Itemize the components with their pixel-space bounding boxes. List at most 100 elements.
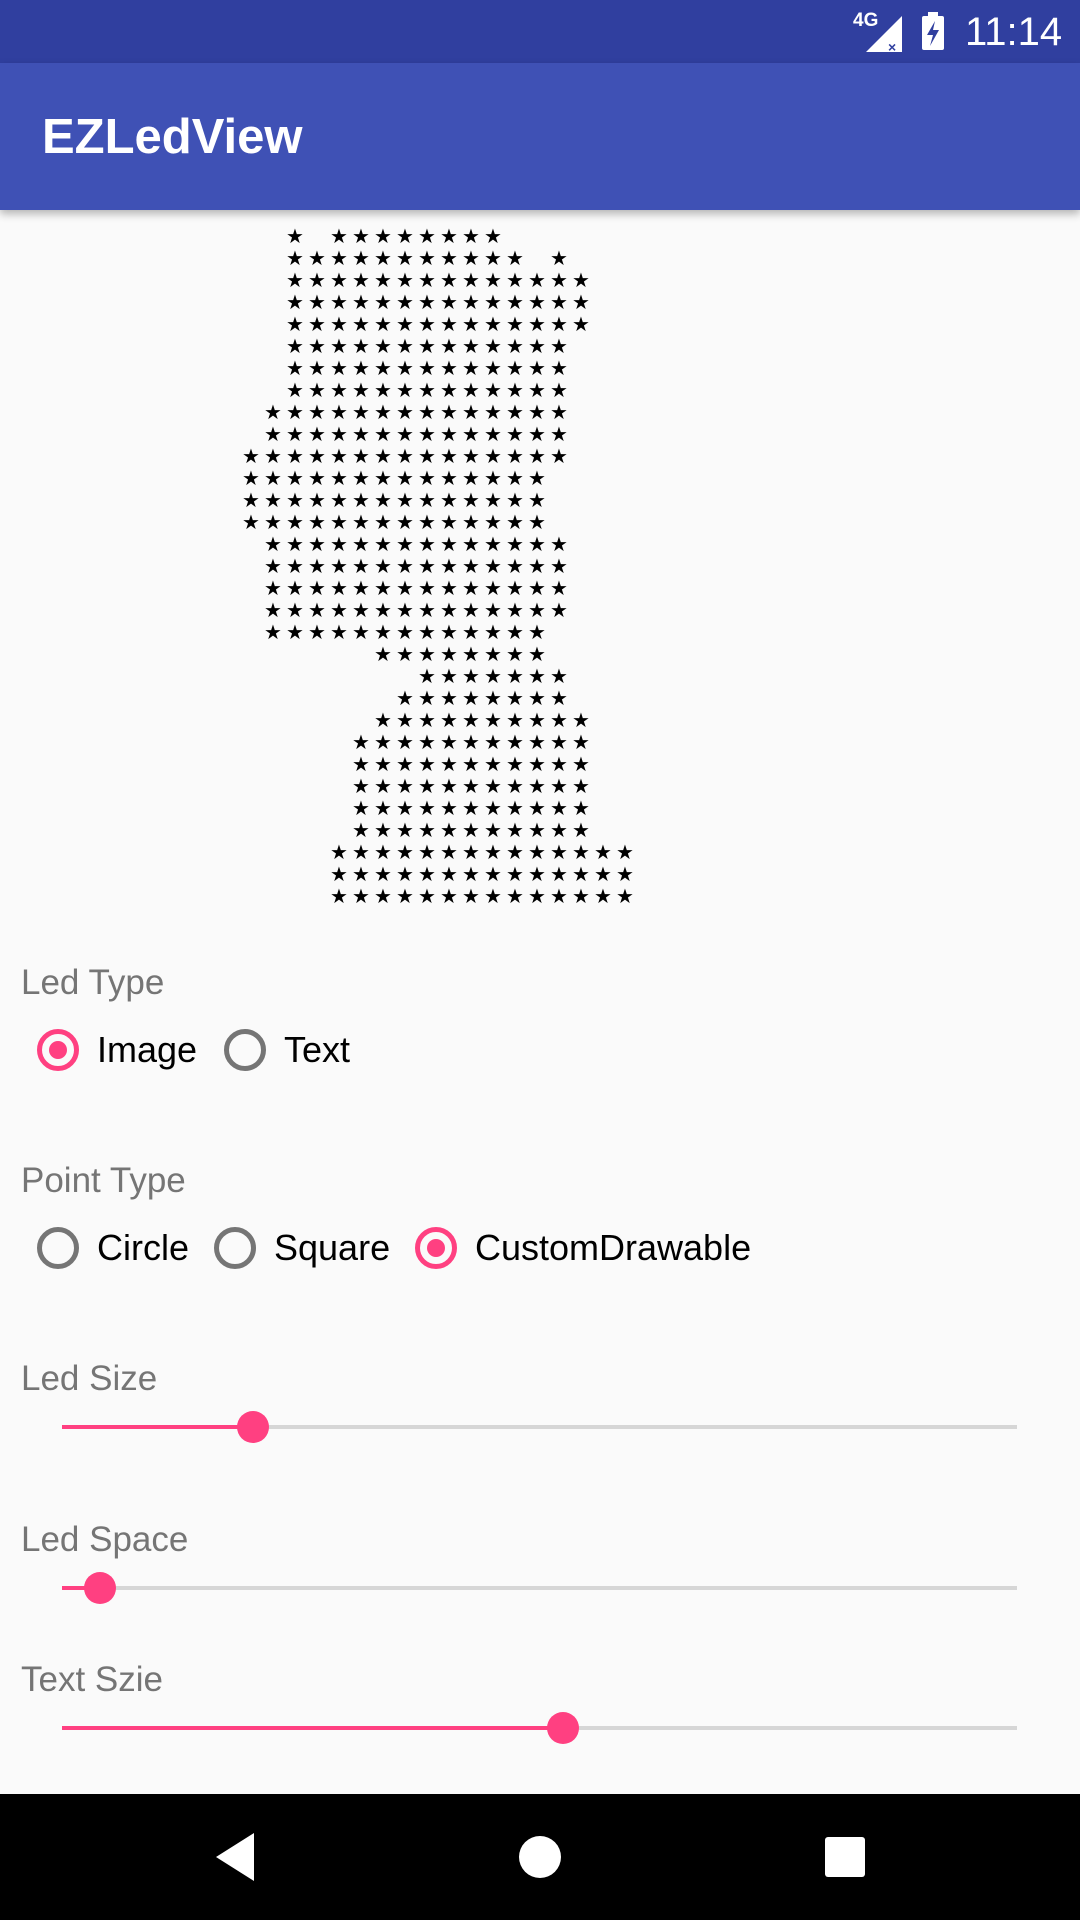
led-point-star: ★	[374, 620, 392, 644]
led-point-star: ★	[330, 334, 348, 358]
led-point-star: ★	[396, 554, 414, 578]
led-point-star: ★	[352, 444, 370, 468]
led-point-star: ★	[374, 774, 392, 798]
home-icon[interactable]	[510, 1829, 570, 1885]
text-size-seekbar[interactable]	[62, 1708, 1017, 1748]
led-point-star: ★	[506, 422, 524, 446]
back-icon[interactable]	[210, 1829, 270, 1885]
led-point-star: ★	[286, 246, 304, 270]
led-point-star: ★	[440, 774, 458, 798]
led-point-star: ★	[550, 532, 568, 556]
led-point-star: ★	[506, 642, 524, 666]
led-point-star: ★	[396, 312, 414, 336]
led-point-star: ★	[484, 598, 502, 622]
led-point-star: ★	[594, 862, 612, 886]
led-point-star: ★	[418, 268, 436, 292]
led-point-star: ★	[484, 664, 502, 688]
recents-icon[interactable]	[815, 1829, 875, 1885]
led-point-star: ★	[308, 268, 326, 292]
led-point-star: ★	[506, 510, 524, 534]
led-point-star: ★	[308, 422, 326, 446]
led-point-star: ★	[418, 378, 436, 402]
radio-square[interactable]: Square	[214, 1216, 390, 1280]
led-point-star: ★	[352, 796, 370, 820]
led-point-star: ★	[418, 444, 436, 468]
led-point-star: ★	[440, 708, 458, 732]
led-point-star: ★	[242, 444, 260, 468]
led-point-star: ★	[330, 444, 348, 468]
led-point-star: ★	[484, 532, 502, 556]
led-point-star: ★	[550, 840, 568, 864]
seekbar-thumb[interactable]	[547, 1712, 580, 1744]
radio-text[interactable]: Text	[224, 1018, 350, 1082]
led-point-star: ★	[308, 576, 326, 600]
led-point-star: ★	[264, 598, 282, 622]
led-point-star: ★	[418, 334, 436, 358]
led-point-star: ★	[616, 840, 634, 864]
led-point-star: ★	[528, 818, 546, 842]
led-point-star: ★	[374, 884, 392, 908]
led-point-star: ★	[550, 818, 568, 842]
led-point-star: ★	[572, 774, 590, 798]
led-point-star: ★	[308, 290, 326, 314]
led-point-star: ★	[528, 774, 546, 798]
led-point-star: ★	[286, 488, 304, 512]
led-point-star: ★	[616, 862, 634, 886]
led-point-star: ★	[418, 576, 436, 600]
led-point-star: ★	[418, 796, 436, 820]
led-point-star: ★	[506, 290, 524, 314]
led-point-star: ★	[374, 730, 392, 754]
led-point-star: ★	[506, 400, 524, 424]
led-point-star: ★	[396, 224, 414, 248]
led-point-star: ★	[550, 708, 568, 732]
led-point-star: ★	[374, 598, 392, 622]
led-point-star: ★	[462, 356, 480, 380]
led-point-star: ★	[286, 378, 304, 402]
led-point-star: ★	[550, 686, 568, 710]
led-point-star: ★	[550, 576, 568, 600]
seekbar-thumb[interactable]	[237, 1411, 269, 1443]
radio-custom-drawable-indicator	[415, 1227, 457, 1269]
led-point-star: ★	[506, 378, 524, 402]
led-point-star: ★	[572, 708, 590, 732]
led-point-star: ★	[418, 554, 436, 578]
seekbar-thumb[interactable]	[84, 1572, 117, 1604]
radio-image[interactable]: Image	[37, 1018, 197, 1082]
led-point-star: ★	[396, 840, 414, 864]
led-point-star: ★	[550, 554, 568, 578]
led-point-star: ★	[286, 312, 304, 336]
led-point-star: ★	[506, 488, 524, 512]
led-point-star: ★	[440, 598, 458, 622]
led-point-star: ★	[528, 312, 546, 336]
led-point-star: ★	[440, 224, 458, 248]
led-size-seekbar[interactable]	[62, 1407, 1017, 1447]
led-point-star: ★	[418, 818, 436, 842]
led-point-star: ★	[352, 268, 370, 292]
led-point-star: ★	[396, 642, 414, 666]
led-point-star: ★	[484, 840, 502, 864]
led-point-star: ★	[264, 576, 282, 600]
radio-circle[interactable]: Circle	[37, 1216, 189, 1280]
led-point-star: ★	[308, 554, 326, 578]
led-point-star: ★	[440, 840, 458, 864]
led-point-star: ★	[462, 510, 480, 534]
led-point-star: ★	[550, 444, 568, 468]
led-point-star: ★	[528, 444, 546, 468]
led-point-star: ★	[550, 796, 568, 820]
radio-custom-drawable[interactable]: CustomDrawable	[415, 1216, 751, 1280]
led-point-star: ★	[396, 598, 414, 622]
led-point-star: ★	[462, 598, 480, 622]
led-point-star: ★	[550, 378, 568, 402]
led-point-star: ★	[462, 818, 480, 842]
led-point-star: ★	[374, 708, 392, 732]
led-point-star: ★	[528, 532, 546, 556]
led-point-star: ★	[330, 488, 348, 512]
led-point-star: ★	[418, 708, 436, 732]
led-point-star: ★	[550, 268, 568, 292]
led-point-star: ★	[374, 554, 392, 578]
led-point-star: ★	[374, 246, 392, 270]
led-point-star: ★	[286, 224, 304, 248]
radio-image-indicator	[37, 1029, 79, 1071]
led-space-seekbar[interactable]	[62, 1568, 1017, 1608]
led-point-star: ★	[462, 334, 480, 358]
